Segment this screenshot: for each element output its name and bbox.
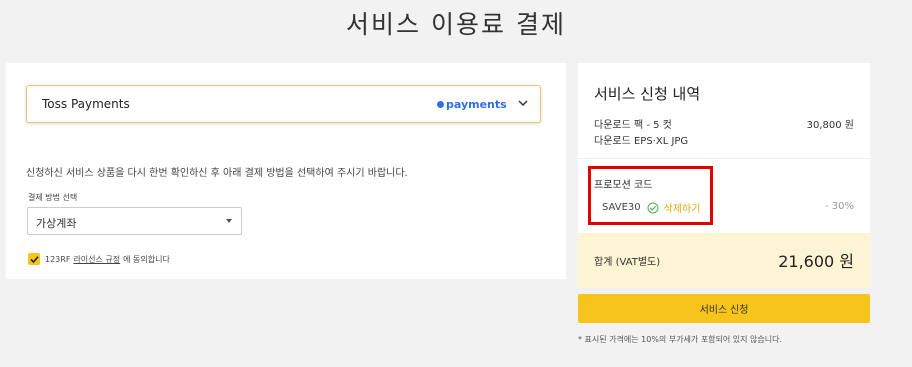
agree-suffix: 에 동의합니다 [123,254,170,264]
item-name: 다운로드 팩 - 5 컷 [594,120,672,131]
payment-method-label: 결제 방법 선택 [28,193,78,202]
page-title: 서비스 이용료 결제 [346,10,566,39]
checkmark-icon [29,255,39,263]
summary-title: 서비스 신청 내역 [594,85,701,103]
item-description: 다운로드 EPS·XL JPG [594,136,689,147]
payment-provider-select[interactable]: Toss Payments payments [26,85,541,123]
item-price: 30,800 원 [806,120,854,131]
toss-logo-icon [437,100,444,108]
toss-payments-logo: payments [437,98,507,111]
promo-highlight-box [588,166,713,225]
divider [578,158,870,159]
caret-down-icon [226,219,232,223]
provider-name: Toss Payments [42,97,130,111]
promo-discount: - 30% [824,201,854,212]
chevron-down-icon [518,100,528,107]
service-apply-button[interactable]: 서비스 신청 [578,294,870,323]
total-box: 합계 (VAT별도) 21,600 원 [578,233,870,288]
payment-method-select[interactable]: 가상계좌 [27,207,242,235]
license-agree-row: 123RF 라이선스 규정 에 동의합니다 [28,253,170,265]
payment-method-value: 가상계좌 [36,217,77,230]
total-label: 합계 (VAT별도) [594,257,661,268]
agree-prefix: 123RF [45,254,71,264]
license-agree-checkbox[interactable] [28,253,40,265]
provider-logo-text: payments [446,97,507,111]
license-terms-link[interactable]: 라이선스 규정 [73,254,120,265]
total-value: 21,600 원 [778,252,854,271]
vat-footnote: * 표시된 가격에는 10%의 부가세가 포함되어 있지 않습니다. [578,335,783,344]
payment-panel: Toss Payments payments 신청하신 서비스 상품을 다시 한… [6,63,566,279]
payment-notice: 신청하신 서비스 상품을 다시 한번 확인하신 후 아래 결제 방법을 선택하여… [26,168,408,179]
